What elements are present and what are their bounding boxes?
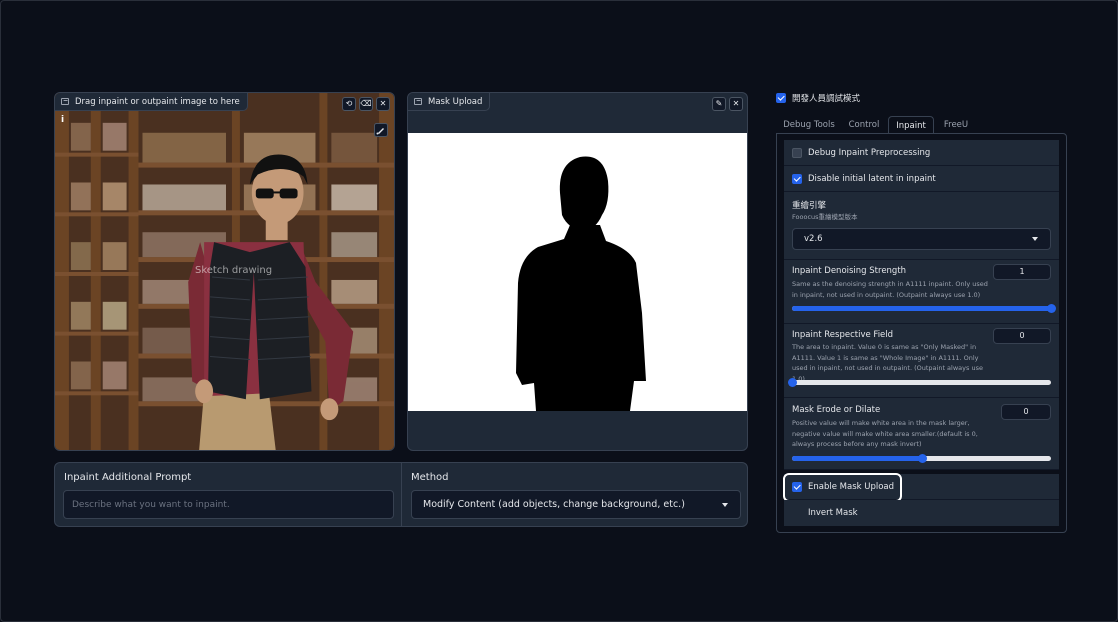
image-panel-label: Drag inpaint or outpaint image to here bbox=[55, 93, 248, 111]
respective-field-slider[interactable] bbox=[788, 378, 1051, 387]
chevron-down-icon bbox=[722, 502, 728, 507]
denoising-slider-handle[interactable] bbox=[1047, 304, 1056, 313]
respective-field-row: Inpaint Respective Field 0 The area to i… bbox=[784, 324, 1059, 398]
erode-dilate-slider-fill bbox=[792, 456, 922, 461]
tab-control[interactable]: Control bbox=[842, 116, 886, 134]
method-dropdown[interactable]: Modify Content (add objects, change back… bbox=[411, 490, 741, 519]
sketch-watermark: Sketch drawing bbox=[195, 265, 273, 276]
undo-icon[interactable]: ⟲ bbox=[342, 97, 356, 111]
erode-dilate-slider-handle[interactable] bbox=[917, 454, 927, 463]
respective-field-slider-handle[interactable] bbox=[788, 378, 797, 387]
respective-field-description: The area to inpaint. Value 0 is same as … bbox=[792, 343, 983, 383]
close-icon[interactable]: ✕ bbox=[729, 97, 743, 111]
tab-debug-tools[interactable]: Debug Tools bbox=[780, 116, 838, 134]
inpaint-prompt-input[interactable] bbox=[63, 490, 394, 519]
denoising-description: Same as the denoising strength in A1111 … bbox=[792, 280, 988, 299]
debug-preprocessing-label: Debug Inpaint Preprocessing bbox=[808, 147, 931, 158]
respective-field-title: Inpaint Respective Field bbox=[792, 330, 894, 340]
denoising-row: Inpaint Denoising Strength 1 Same as the… bbox=[784, 260, 1059, 324]
prompt-method-panel: Inpaint Additional Prompt Method Modify … bbox=[54, 462, 748, 527]
engine-dropdown[interactable]: v2.6 bbox=[792, 228, 1051, 250]
image-icon bbox=[61, 98, 69, 105]
eraser-icon[interactable]: ⌫ bbox=[359, 97, 373, 111]
mask-panel-label-text: Mask Upload bbox=[428, 96, 483, 107]
engine-title: 重繪引擎 bbox=[792, 201, 827, 211]
info-icon[interactable]: i bbox=[61, 115, 64, 125]
image-panel-label-text: Drag inpaint or outpaint image to here bbox=[75, 96, 240, 107]
developer-mode-toggle[interactable]: 開發人員調試模式 bbox=[776, 92, 860, 104]
engine-row: 重繪引擎 Fooocus重繪模型版本 v2.6 bbox=[784, 192, 1059, 260]
engine-subtitle: Fooocus重繪模型版本 bbox=[792, 213, 858, 221]
erode-dilate-value-input[interactable]: 0 bbox=[1001, 404, 1051, 420]
mask-toolbar: ✎ ✕ bbox=[712, 97, 743, 111]
tab-inpaint[interactable]: Inpaint bbox=[888, 116, 934, 134]
erode-dilate-description: Positive value will make white area in t… bbox=[792, 419, 978, 448]
erode-dilate-row: Mask Erode or Dilate 0 Positive value wi… bbox=[784, 398, 1059, 470]
method-title: Method bbox=[411, 472, 449, 483]
debug-preprocessing-row[interactable]: Debug Inpaint Preprocessing bbox=[784, 140, 1059, 166]
close-icon[interactable]: ✕ bbox=[376, 97, 390, 111]
developer-mode-label: 開發人員調試模式 bbox=[792, 94, 861, 104]
edit-icon[interactable]: ✎ bbox=[712, 97, 726, 111]
erode-dilate-title: Mask Erode or Dilate bbox=[792, 405, 881, 415]
respective-field-value-input[interactable]: 0 bbox=[993, 328, 1051, 344]
inpaint-image-panel[interactable]: Drag inpaint or outpaint image to here ⟲… bbox=[54, 92, 395, 451]
mask-panel-label: Mask Upload bbox=[408, 93, 491, 111]
denoising-value-input[interactable]: 1 bbox=[993, 264, 1051, 280]
invert-mask-label: Invert Mask bbox=[808, 508, 858, 518]
image-toolbar: ⟲ ⌫ ✕ bbox=[342, 97, 390, 111]
disable-latent-row[interactable]: Disable initial latent in inpaint bbox=[784, 166, 1059, 192]
denoising-title: Inpaint Denoising Strength bbox=[792, 266, 907, 276]
inpaint-prompt-title: Inpaint Additional Prompt bbox=[64, 472, 192, 483]
denoising-slider[interactable] bbox=[792, 304, 1056, 313]
engine-selected: v2.6 bbox=[804, 234, 823, 244]
brush-icon[interactable] bbox=[374, 122, 388, 137]
debug-preprocessing-checkbox[interactable] bbox=[792, 147, 802, 158]
invert-mask-row[interactable]: Invert Mask bbox=[784, 500, 1059, 526]
denoising-slider-fill bbox=[792, 306, 1051, 311]
disable-latent-checkbox[interactable] bbox=[792, 173, 802, 184]
enable-mask-upload-highlight bbox=[783, 473, 902, 502]
image-icon bbox=[414, 98, 422, 105]
tab-freeu[interactable]: FreeU bbox=[936, 116, 976, 134]
chevron-down-icon bbox=[1032, 237, 1038, 241]
developer-mode-checkbox[interactable] bbox=[776, 93, 786, 103]
erode-dilate-slider[interactable] bbox=[792, 454, 1051, 463]
disable-latent-label: Disable initial latent in inpaint bbox=[808, 173, 936, 184]
mask-upload-panel[interactable]: Mask Upload ✎ ✕ bbox=[407, 92, 748, 451]
mask-image bbox=[408, 133, 747, 411]
method-selected: Modify Content (add objects, change back… bbox=[423, 499, 685, 510]
